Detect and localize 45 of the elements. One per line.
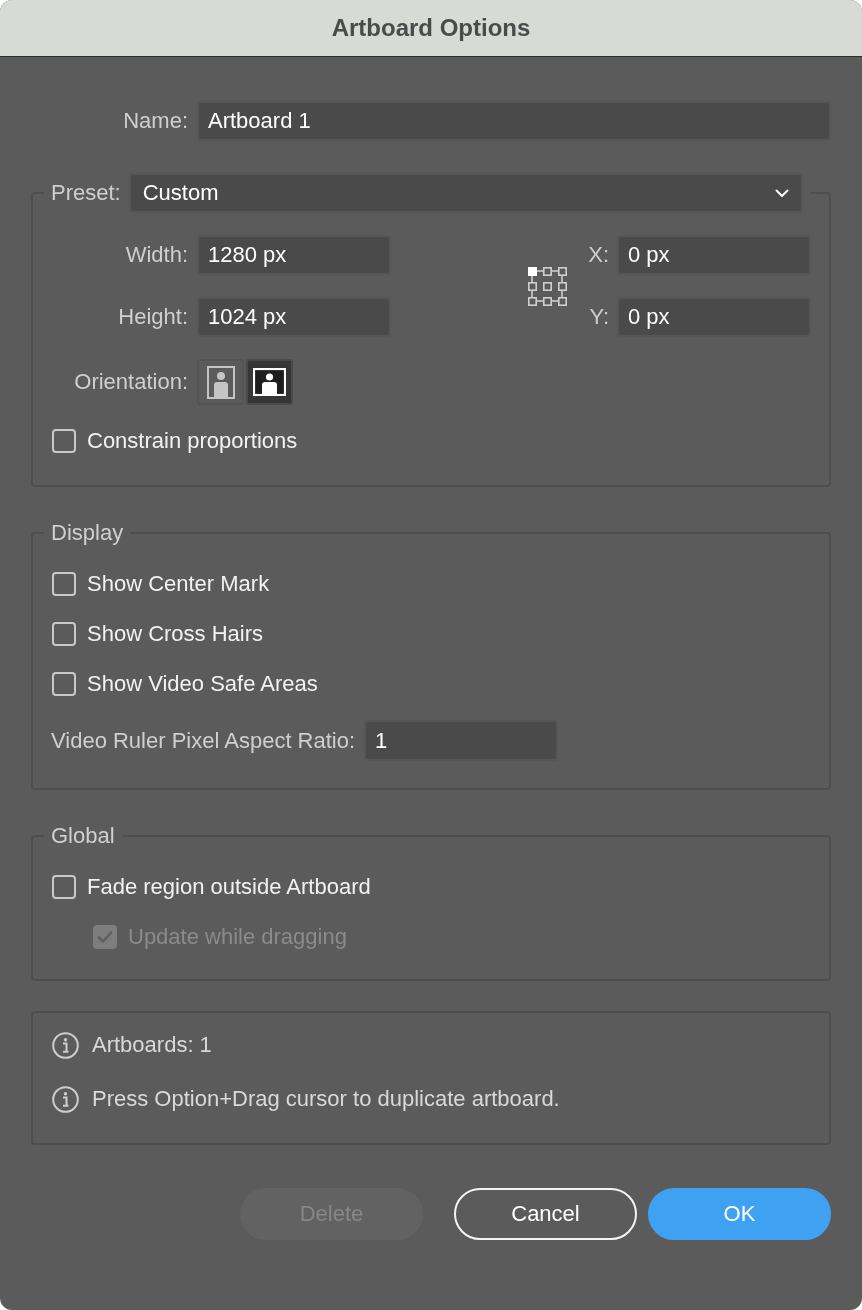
reference-point[interactable] <box>528 297 537 306</box>
portrait-frame-icon <box>206 365 235 399</box>
checkbox-label: Show Video Safe Areas <box>87 671 318 697</box>
reference-point[interactable] <box>543 267 552 276</box>
orientation-button[interactable] <box>246 359 293 405</box>
field-label: Preset: <box>51 180 121 206</box>
group-title: Global <box>51 823 115 849</box>
field-label: Video Ruler Pixel Aspect Ratio: <box>51 727 356 754</box>
landscape-frame-icon <box>253 368 286 396</box>
chevron-down-icon <box>775 188 789 198</box>
name-field[interactable]: Artboard 1 <box>197 101 831 141</box>
checkbox-label: Show Cross Hairs <box>87 621 264 647</box>
group-title: Display <box>51 520 124 546</box>
field-label: Y: <box>588 304 609 330</box>
reference-point[interactable] <box>543 297 552 306</box>
field-label: Orientation: <box>73 369 188 395</box>
checkbox[interactable] <box>52 429 76 453</box>
size-field[interactable]: 1280 px <box>197 235 391 275</box>
field-label: Height: <box>117 304 188 330</box>
info-icon <box>52 1085 79 1113</box>
checkbox-label: Show Center Mark <box>87 571 270 597</box>
position-field[interactable]: 0 px <box>617 235 811 275</box>
checkbox[interactable] <box>52 622 76 646</box>
position-field[interactable]: 0 px <box>617 297 811 337</box>
checkbox[interactable] <box>52 875 76 899</box>
reference-point[interactable] <box>558 282 567 291</box>
size-field[interactable]: 1024 px <box>197 297 391 337</box>
info-icon <box>52 1031 79 1059</box>
checkbox[interactable] <box>52 572 76 596</box>
preset-dropdown[interactable]: Custom <box>128 173 803 213</box>
info-text: Press Option+Drag cursor to duplicate artboard. <box>92 1086 560 1112</box>
checkbox-label: Constrain proportions <box>87 428 298 454</box>
reference-point[interactable] <box>528 282 537 291</box>
aspect-ratio-field[interactable]: 1 <box>364 720 559 761</box>
checkbox-label: Fade region outside Artboard <box>87 874 371 900</box>
field-label: Name: <box>122 108 188 134</box>
checkbox[interactable] <box>52 672 76 696</box>
window-title: Artboard Options <box>331 14 531 42</box>
field-label: Width: <box>124 242 188 268</box>
reference-point[interactable] <box>543 282 552 291</box>
info-text: Artboards: 1 <box>92 1032 212 1058</box>
reference-point[interactable] <box>558 267 567 276</box>
field-label: X: <box>587 242 609 268</box>
reference-point[interactable] <box>558 297 567 306</box>
dialog-button[interactable]: Cancel <box>454 1188 637 1240</box>
